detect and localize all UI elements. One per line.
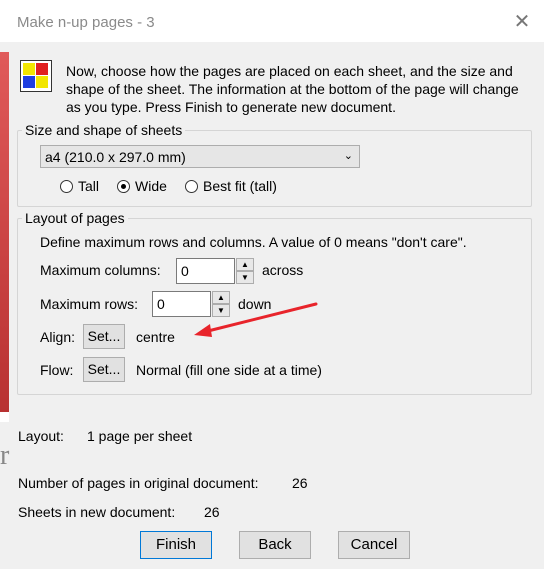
spin-down-icon[interactable]: ▼ (236, 271, 254, 284)
sheet-size-group (17, 130, 532, 207)
radio-wide-indicator (117, 179, 130, 193)
align-set-button[interactable]: Set... (83, 324, 125, 349)
align-value: centre (136, 329, 175, 345)
max-columns-input[interactable]: 0 (176, 258, 235, 284)
max-rows-value: 0 (157, 296, 165, 312)
original-pages-value: 26 (292, 475, 308, 491)
sheet-size-legend: Size and shape of sheets (22, 122, 186, 138)
original-pages-label: Number of pages in original document: (18, 475, 259, 491)
max-columns-stepper[interactable]: ▲ ▼ (236, 258, 254, 284)
radio-best-fit-label: Best fit (tall) (203, 178, 277, 194)
align-label: Align: (40, 329, 76, 345)
flow-value: Normal (fill one side at a time) (136, 362, 322, 378)
background-window-strip (0, 52, 9, 422)
radio-tall-indicator (60, 179, 73, 193)
max-columns-value: 0 (181, 263, 189, 279)
sheet-size-value: a4 (210.0 x 297.0 mm) (45, 149, 186, 165)
radio-best-fit[interactable]: Best fit (tall) (185, 178, 277, 194)
red-arrow-annotation-icon (194, 302, 318, 337)
close-icon[interactable]: ✕ (510, 10, 534, 34)
radio-tall[interactable]: Tall (60, 178, 99, 194)
max-rows-label: Maximum rows: (40, 296, 139, 312)
cancel-button[interactable]: Cancel (338, 531, 410, 559)
max-columns-unit: across (262, 262, 304, 278)
intro-text: Now, choose how the pages are placed on … (66, 63, 519, 115)
window-title: Make n-up pages - 3 (17, 14, 155, 31)
sheets-count-value: 26 (204, 504, 220, 520)
sheet-size-select[interactable]: a4 (210.0 x 297.0 mm) ⌄ (40, 145, 360, 168)
finish-button[interactable]: Finish (140, 531, 212, 559)
radio-best-fit-indicator (185, 179, 198, 193)
background-window-glyph: r (0, 440, 10, 471)
sheets-count-label: Sheets in new document: (18, 504, 176, 520)
radio-tall-label: Tall (78, 178, 100, 194)
flow-label: Flow: (40, 362, 74, 378)
chevron-down-icon: ⌄ (343, 150, 353, 162)
back-button[interactable]: Back (239, 531, 311, 559)
layout-hint: Define maximum rows and columns. A value… (40, 234, 467, 250)
layout-summary-value: 1 page per sheet (87, 428, 193, 444)
radio-wide-label: Wide (135, 178, 167, 194)
title-bar: Make n-up pages - 3 ✕ (0, 0, 544, 42)
radio-wide[interactable]: Wide (117, 178, 167, 194)
flow-set-button[interactable]: Set... (83, 357, 125, 382)
app-nup-icon (20, 60, 52, 92)
spin-up-icon[interactable]: ▲ (236, 258, 254, 271)
max-columns-label: Maximum columns: (40, 262, 161, 278)
layout-summary-label: Layout: (18, 428, 64, 444)
layout-legend: Layout of pages (22, 210, 128, 226)
